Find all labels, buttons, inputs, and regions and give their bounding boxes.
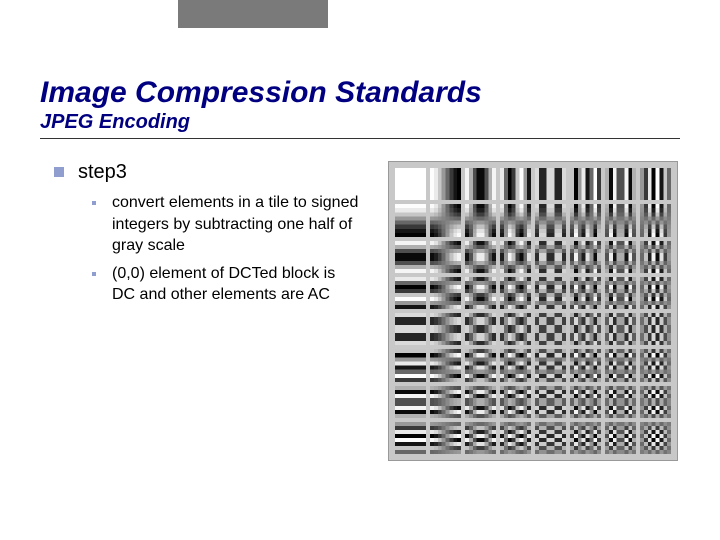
dct-tile [605, 313, 636, 345]
decorative-top-block [178, 0, 328, 28]
dct-tile [535, 349, 566, 381]
dct-tile [500, 422, 531, 454]
dct-tile [535, 422, 566, 454]
dct-tile [465, 204, 496, 236]
dct-tile [640, 313, 671, 345]
dct-tile [395, 277, 426, 309]
dct-tile [430, 349, 461, 381]
slide-content: Image Compression Standards JPEG Encodin… [40, 76, 680, 461]
figure-column [388, 161, 678, 461]
dct-tile [570, 168, 601, 200]
dct-tile [465, 277, 496, 309]
dct-tile [500, 168, 531, 200]
dct-tile [640, 349, 671, 381]
dct-tile [395, 313, 426, 345]
dct-tile [640, 422, 671, 454]
dct-tile [605, 386, 636, 418]
dct-tile [500, 277, 531, 309]
dct-tile [430, 204, 461, 236]
dct-tile [570, 349, 601, 381]
dct-tile [570, 386, 601, 418]
dct-tile [535, 241, 566, 273]
dct-tile [640, 204, 671, 236]
dct-tile [535, 386, 566, 418]
bullet-item: (0,0) element of DCTed block is DC and o… [92, 263, 376, 306]
dct-tile [430, 386, 461, 418]
dct-tile [605, 422, 636, 454]
dct-tile [395, 422, 426, 454]
dct-tile [430, 313, 461, 345]
slide-title: Image Compression Standards [40, 76, 680, 109]
bullet-text: (0,0) element of DCTed block is DC and o… [112, 263, 362, 306]
dct-tile [570, 277, 601, 309]
dct-basis-grid [388, 161, 678, 461]
dct-tile [430, 422, 461, 454]
dct-tile [605, 168, 636, 200]
dct-tile [640, 277, 671, 309]
step-label: step3 [78, 161, 127, 184]
slide-subtitle: JPEG Encoding [40, 111, 680, 134]
dct-tile [605, 241, 636, 273]
dot-bullet-icon [92, 272, 96, 276]
dct-tile [465, 168, 496, 200]
dct-tile [500, 386, 531, 418]
dct-tile [570, 204, 601, 236]
dct-tile [500, 241, 531, 273]
dct-tile [395, 386, 426, 418]
square-bullet-icon [54, 167, 64, 177]
bullet-item: convert elements in a tile to signed int… [92, 192, 376, 257]
dct-tile [465, 422, 496, 454]
dct-tile [500, 204, 531, 236]
dct-tile [430, 277, 461, 309]
text-column: step3 convert elements in a tile to sign… [40, 161, 376, 312]
dct-tile [535, 313, 566, 345]
dct-tile [535, 168, 566, 200]
dct-tile [605, 204, 636, 236]
dct-tile [605, 277, 636, 309]
dct-tile [500, 349, 531, 381]
dct-tile [430, 168, 461, 200]
dot-bullet-icon [92, 201, 96, 205]
dct-tile [465, 386, 496, 418]
bullet-text: convert elements in a tile to signed int… [112, 192, 362, 257]
dct-tile [570, 422, 601, 454]
dct-tile [395, 204, 426, 236]
dct-tile [535, 277, 566, 309]
dct-tile [395, 241, 426, 273]
dct-tile [535, 204, 566, 236]
body-row: step3 convert elements in a tile to sign… [40, 161, 680, 461]
dct-tile [570, 241, 601, 273]
dct-tile [640, 241, 671, 273]
dct-tile [465, 241, 496, 273]
dct-tile [465, 349, 496, 381]
dct-tile [465, 313, 496, 345]
dct-tile [640, 386, 671, 418]
dct-tile [430, 241, 461, 273]
dct-tile [500, 313, 531, 345]
step-line: step3 [40, 161, 376, 184]
dct-tile [605, 349, 636, 381]
dct-tile [395, 168, 426, 200]
divider [40, 138, 680, 139]
dct-tile [570, 313, 601, 345]
dct-tile [395, 349, 426, 381]
dct-tile [640, 168, 671, 200]
